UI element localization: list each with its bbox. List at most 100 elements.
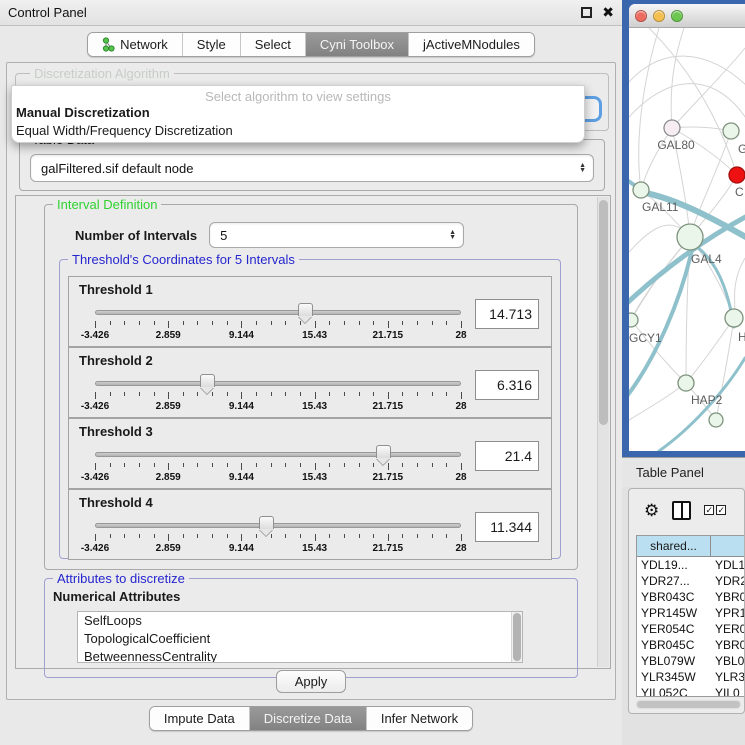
- column-header[interactable]: na: [711, 536, 744, 557]
- threshold-value-field[interactable]: 6.316: [475, 370, 539, 400]
- panel-title: Control Panel: [8, 5, 87, 20]
- table-row[interactable]: YDL19...YDL1: [637, 557, 744, 573]
- network-node-gal4[interactable]: [677, 224, 703, 250]
- slider-tick-labels: -3.4262.8599.14415.4321.71528: [95, 330, 461, 342]
- node-label: GCY1: [629, 331, 662, 345]
- slider-track[interactable]: [95, 310, 461, 315]
- table-cell: YBR045C: [637, 637, 711, 653]
- tab-infer-network[interactable]: Infer Network: [367, 707, 472, 730]
- number-of-intervals-combo[interactable]: 5 ▲▼: [209, 222, 464, 248]
- tab-style[interactable]: Style: [183, 33, 241, 56]
- tab-jactivemnodules[interactable]: jActiveMNodules: [409, 33, 534, 56]
- network-node-gcy1[interactable]: [629, 313, 638, 327]
- top-tab-bar: NetworkStyleSelectCyni ToolboxjActiveMNo…: [0, 27, 622, 61]
- attributes-group-title: Attributes to discretize: [53, 571, 189, 586]
- vertical-scrollbar[interactable]: [597, 197, 609, 667]
- tab-select[interactable]: Select: [241, 33, 306, 56]
- gear-icon[interactable]: ⚙: [644, 502, 659, 519]
- table-cell: YLR345W: [637, 669, 711, 685]
- select-columns-icons[interactable]: ✓ ✓: [704, 505, 726, 515]
- table-row[interactable]: YBR043CYBR0: [637, 589, 744, 605]
- list-scrollbar[interactable]: [511, 612, 522, 663]
- node-label: C: [735, 185, 744, 199]
- table-row[interactable]: YBR045CYBR0: [637, 637, 744, 653]
- table-data-group: Table Data galFiltered.sif default node …: [19, 139, 605, 191]
- threshold-slider[interactable]: -3.4262.8599.14415.4321.71528: [95, 443, 461, 487]
- attribute-list-item[interactable]: SelfLoops: [78, 612, 522, 630]
- checkbox-icon[interactable]: ✓: [716, 505, 726, 515]
- table-row[interactable]: YLR345WYLR3: [637, 669, 744, 685]
- attribute-list-item[interactable]: BetweennessCentrality: [78, 648, 522, 663]
- table-panel-card: ⚙ ✓ ✓ shared...na YDL19...YDL1YDR27...YD…: [628, 488, 745, 714]
- threshold-slider[interactable]: -3.4262.8599.14415.4321.71528: [95, 301, 461, 345]
- minimize-traffic-light[interactable]: [653, 10, 665, 22]
- popup-option-manual[interactable]: Manual Discretization: [12, 104, 584, 122]
- numerical-attributes-list[interactable]: SelfLoopsTopologicalCoefficientBetweenne…: [77, 611, 523, 663]
- table-row[interactable]: YIL052CYIL0: [637, 685, 744, 697]
- interval-definition-group: Interval Definition Number of Intervals …: [44, 204, 578, 570]
- table-cell: YBR0: [711, 637, 744, 653]
- columns-icon[interactable]: [672, 501, 691, 520]
- threshold-slider[interactable]: -3.4262.8599.14415.4321.71528: [95, 372, 461, 416]
- network-canvas[interactable]: GAL80GACGAL11GAL4GCY1HHAP2: [629, 28, 745, 451]
- slider-thumb[interactable]: [259, 516, 274, 529]
- column-header[interactable]: shared...: [637, 536, 711, 557]
- slider-thumb[interactable]: [376, 445, 391, 458]
- slider-thumb[interactable]: [200, 374, 215, 387]
- number-of-intervals-label: Number of Intervals: [75, 228, 197, 243]
- network-node-gal11[interactable]: [633, 182, 649, 198]
- node-label: GA: [738, 142, 745, 156]
- threshold-box-4: Threshold 4-3.4262.8599.14415.4321.71528…: [68, 489, 552, 560]
- threshold-slider[interactable]: -3.4262.8599.14415.4321.71528: [95, 514, 461, 558]
- right-side: GAL80GACGAL11GAL4GCY1HHAP2 Table Panel ⚙…: [622, 0, 745, 745]
- table-row[interactable]: YBL079WYBL0: [637, 653, 744, 669]
- popup-option-equal-width[interactable]: Equal Width/Frequency Discretization: [12, 122, 584, 140]
- slider-track[interactable]: [95, 523, 461, 528]
- popup-placeholder-item: Select algorithm to view settings: [12, 86, 584, 104]
- table-cell: YBL079W: [637, 653, 711, 669]
- table-data-combo[interactable]: galFiltered.sif default node ▲▼: [30, 154, 594, 182]
- float-window-icon[interactable]: [581, 7, 592, 18]
- table-toolbar: ⚙ ✓ ✓: [629, 489, 744, 531]
- slider-track[interactable]: [95, 381, 461, 386]
- threshold-value-field[interactable]: 14.713: [475, 299, 539, 329]
- apply-button[interactable]: Apply: [276, 670, 346, 693]
- threshold-value-field[interactable]: 11.344: [475, 512, 539, 542]
- slider-tick-labels: -3.4262.8599.14415.4321.71528: [95, 543, 461, 555]
- table-data-combo-value: galFiltered.sif default node: [31, 161, 579, 176]
- stepper-arrows-icon: ▲▼: [449, 230, 456, 240]
- slider-ticks: [95, 320, 461, 328]
- thresholds-group: Threshold's Coordinates for 5 Intervals …: [59, 259, 561, 559]
- cyni-toolbox-panel: Discretization Algorithm Select algorith…: [6, 62, 616, 700]
- table-panel-header: Table Panel: [622, 457, 745, 487]
- close-traffic-light[interactable]: [635, 10, 647, 22]
- zoom-traffic-light[interactable]: [671, 10, 683, 22]
- table-cell: YPR1: [711, 605, 744, 621]
- network-node-ga[interactable]: [723, 123, 739, 139]
- threshold-value-field[interactable]: 21.4: [475, 441, 539, 471]
- table-row[interactable]: YER054CYER0: [637, 621, 744, 637]
- tab-discretize-data[interactable]: Discretize Data: [250, 707, 367, 730]
- attribute-list-item[interactable]: TopologicalCoefficient: [78, 630, 522, 648]
- bottom-tab-bar: Impute DataDiscretize DataInfer Network: [0, 702, 622, 734]
- table-row[interactable]: YDR27...YDR2: [637, 573, 744, 589]
- network-node-gal80[interactable]: [664, 120, 680, 136]
- checkbox-icon[interactable]: ✓: [704, 505, 714, 515]
- table-row[interactable]: YPR145WYPR1: [637, 605, 744, 621]
- horizontal-scrollbar[interactable]: [636, 700, 741, 709]
- threshold-box-1: Threshold 1-3.4262.8599.14415.4321.71528…: [68, 276, 552, 347]
- tab-impute-data[interactable]: Impute Data: [150, 707, 250, 730]
- network-node[interactable]: [709, 413, 723, 427]
- network-node-h[interactable]: [725, 309, 743, 327]
- discretization-algorithm-title: Discretization Algorithm: [30, 66, 174, 81]
- slider-thumb[interactable]: [298, 303, 313, 316]
- slider-track[interactable]: [95, 452, 461, 457]
- table-cell: YPR145W: [637, 605, 711, 621]
- control-panel-titlebar: Control Panel ✖: [0, 0, 622, 26]
- tab-network[interactable]: Network: [88, 33, 183, 56]
- network-icon: [102, 37, 115, 52]
- tab-cyni-toolbox[interactable]: Cyni Toolbox: [306, 33, 409, 56]
- network-node-hap2[interactable]: [678, 375, 694, 391]
- close-icon[interactable]: ✖: [602, 7, 614, 18]
- network-node-c[interactable]: [729, 167, 745, 183]
